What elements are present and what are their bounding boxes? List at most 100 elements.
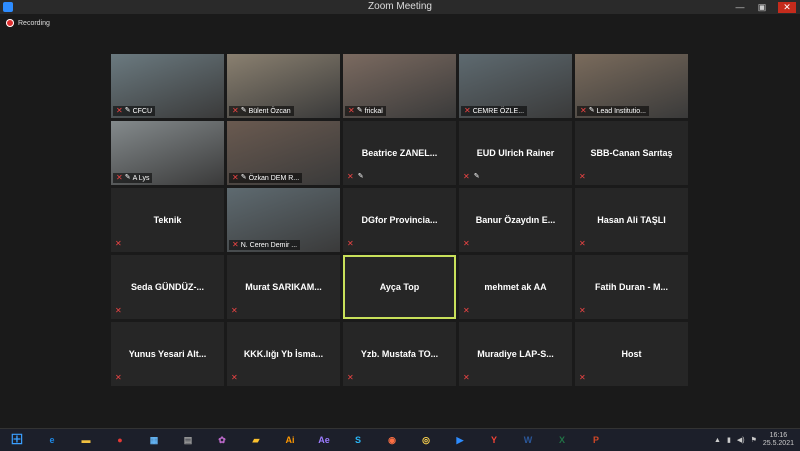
media-icon[interactable]: ◎ [412, 430, 440, 450]
mic-muted-icon: ✕ [231, 373, 238, 382]
illustrator-icon[interactable]: Ai [276, 430, 304, 450]
clock-time: 16:16 [769, 432, 788, 439]
participant-tile[interactable]: KKK.lığı Yb İsma... ✕ [227, 322, 340, 386]
mic-muted-icon: ✕ [116, 106, 123, 115]
participant-caption: ✕ ✎ A Lys [113, 173, 153, 183]
folder-2-icon[interactable]: ▰ [242, 430, 270, 450]
participant-name: frickal [364, 107, 383, 115]
participant-tile[interactable]: Murat SARIKAM... ✕ [227, 255, 340, 319]
participant-tile[interactable]: ✕ ✎ Lead Institutio... [575, 54, 688, 118]
mic-muted-icon: ✕ [115, 373, 122, 382]
participant-tile[interactable]: Host ✕ [575, 322, 688, 386]
participant-name: CEMRE ÖZLE... [472, 107, 525, 115]
browser-icon[interactable]: ◉ [378, 430, 406, 450]
participant-tile[interactable]: ✕ ✎ Bülent Özcan [227, 54, 340, 118]
pin-icon: ✎ [473, 173, 480, 180]
participant-tile[interactable]: SBB-Canan Sarıtaş ✕ [575, 121, 688, 185]
pin-icon: ✎ [588, 107, 595, 114]
pin-icon: ✎ [356, 107, 363, 114]
participant-tile[interactable]: ✕ ✎ A Lys [111, 121, 224, 185]
pin-icon: ✎ [240, 107, 247, 114]
participant-name: mehmet ak AA [484, 282, 547, 292]
after-effects-icon[interactable]: Ae [310, 430, 338, 450]
mic-muted-icon: ✕ [579, 172, 586, 181]
participant-name: Muradiye LAP-S... [477, 349, 554, 359]
mic-muted-icon: ✕ [347, 239, 354, 248]
mic-muted-icon: ✕ [463, 172, 470, 181]
participant-tile[interactable]: Seda GÜNDÜZ-... ✕ [111, 255, 224, 319]
network-icon[interactable]: ▦ [140, 430, 168, 450]
word-icon[interactable]: W [514, 430, 542, 450]
participant-tile[interactable]: Ayça Top [343, 255, 456, 319]
clock[interactable]: 16:16 25.5.2021 [763, 432, 794, 448]
mic-muted-icon: ✕ [463, 239, 470, 248]
powerpoint-icon[interactable]: P [582, 430, 610, 450]
participant-name: Özkan DEM R... [248, 174, 300, 182]
participant-caption: ✕ ✎ Bülent Özcan [229, 106, 294, 116]
zoom-icon[interactable]: ▶ [446, 430, 474, 450]
mic-muted-icon: ✕ [232, 173, 239, 182]
skype-icon[interactable]: S [344, 430, 372, 450]
maximize-button[interactable]: ▣ [756, 2, 768, 13]
participant-name: KKK.lığı Yb İsma... [243, 349, 324, 359]
recording-icon [6, 19, 14, 27]
participant-name: Banur Özaydın E... [475, 215, 556, 225]
mic-muted-icon: ✕ [464, 106, 471, 115]
participant-name: SBB-Canan Sarıtaş [590, 148, 673, 158]
participant-tile[interactable]: ✕ CEMRE ÖZLE... [459, 54, 572, 118]
folder-icon[interactable]: ▬ [72, 430, 100, 450]
clock-date: 25.5.2021 [762, 440, 794, 447]
taskbar-apps: e ▬ ● ▦ ▤ ✿ ▰ Ai Ae S ◉ ◎ ▶ Y W X P [38, 429, 610, 451]
pin-icon: ✎ [240, 174, 247, 181]
recording-indicator[interactable]: Recording [6, 19, 50, 27]
title-bar[interactable]: Zoom Meeting — ▣ ✕ [0, 0, 800, 14]
mic-muted-icon: ✕ [347, 373, 354, 382]
participant-name: DGfor Provincia... [361, 215, 438, 225]
participant-tile[interactable]: Teknik ✕ [111, 188, 224, 252]
volume-icon[interactable]: ◀) [737, 436, 745, 444]
mic-muted-icon: ✕ [116, 173, 123, 182]
mic-muted-icon: ✕ [579, 373, 586, 382]
minimize-button[interactable]: — [734, 2, 746, 12]
participant-tile[interactable]: mehmet ak AA ✕ [459, 255, 572, 319]
participant-tile[interactable]: Hasan Ali TAŞLI ✕ [575, 188, 688, 252]
participant-tile[interactable]: EUD Ulrich Rainer ✕ ✎ [459, 121, 572, 185]
paint-icon[interactable]: ✿ [208, 430, 236, 450]
mic-muted-icon: ✕ [579, 306, 586, 315]
participant-name: Host [621, 349, 642, 359]
calculator-icon[interactable]: ▤ [174, 430, 202, 450]
ie-icon[interactable]: e [38, 430, 66, 450]
tray-expand-icon[interactable]: ▲ [714, 437, 721, 444]
excel-icon[interactable]: X [548, 430, 576, 450]
participant-tile[interactable]: Yunus Yesari Alt... ✕ [111, 322, 224, 386]
yandex-icon[interactable]: Y [480, 430, 508, 450]
participant-name: Murat SARIKAM... [245, 282, 322, 292]
participant-tile[interactable]: DGfor Provincia... ✕ [343, 188, 456, 252]
participant-tile[interactable]: Beatrice ZANEL... ✕ ✎ [343, 121, 456, 185]
participant-name: Lead Institutio... [596, 107, 646, 115]
pin-icon: ✎ [124, 107, 131, 114]
windows-start-icon[interactable]: ⊞ [2, 431, 32, 449]
participant-name: Beatrice ZANEL... [361, 148, 438, 158]
flag-icon[interactable]: ⚑ [751, 436, 757, 444]
mic-muted-icon: ✕ [463, 373, 470, 382]
network-tray-icon[interactable]: ▮ [727, 436, 731, 444]
participant-grid: ✕ ✎ CFCU ✕ ✎ Bülent Özcan ✕ ✎ frickal ✕ CEMRE ÖZLE… [111, 54, 688, 386]
participant-tile[interactable]: Banur Özaydın E... ✕ [459, 188, 572, 252]
participant-caption: ✕ ✎ frickal [345, 106, 386, 116]
close-button[interactable]: ✕ [778, 1, 796, 13]
participant-tile[interactable]: ✕ N. Ceren Demir ... [227, 188, 340, 252]
participant-name: Yzb. Mustafa TO... [360, 349, 439, 359]
participant-caption: ✕ CEMRE ÖZLE... [461, 106, 528, 116]
participant-tile[interactable]: Yzb. Mustafa TO... ✕ [343, 322, 456, 386]
participant-tile[interactable]: ✕ ✎ frickal [343, 54, 456, 118]
participant-tile[interactable]: Muradiye LAP-S... ✕ [459, 322, 572, 386]
chrome-icon[interactable]: ● [106, 430, 134, 450]
participant-name: Bülent Özcan [248, 107, 291, 115]
participant-name: Hasan Ali TAŞLI [597, 215, 666, 225]
participant-tile[interactable]: ✕ ✎ CFCU [111, 54, 224, 118]
participant-tile[interactable]: ✕ ✎ Özkan DEM R... [227, 121, 340, 185]
participant-tile[interactable]: Fatih Duran - M... ✕ [575, 255, 688, 319]
taskbar: ⊞ e ▬ ● ▦ ▤ ✿ ▰ Ai Ae S ◉ ◎ ▶ Y W X P ▲ ▮ ◀) ⚑ 16:16 25.… [0, 428, 800, 451]
participant-caption: ✕ ✎ Özkan DEM R... [229, 173, 303, 183]
